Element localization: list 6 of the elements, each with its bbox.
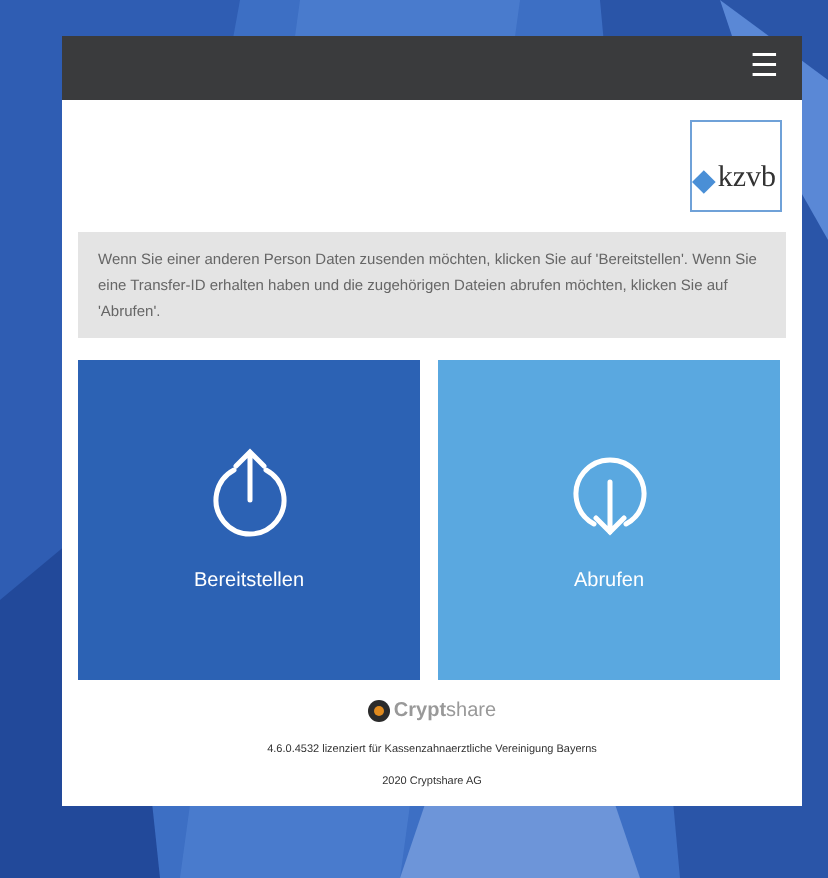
logo-text: kzvb <box>717 164 776 194</box>
menu-button[interactable]: ☰ <box>750 52 778 84</box>
brand-text: Cryptshare <box>393 698 497 726</box>
upload-tile[interactable]: Bereitstellen <box>78 360 420 680</box>
logo-icon <box>367 700 390 722</box>
diamond-icon <box>692 170 716 194</box>
